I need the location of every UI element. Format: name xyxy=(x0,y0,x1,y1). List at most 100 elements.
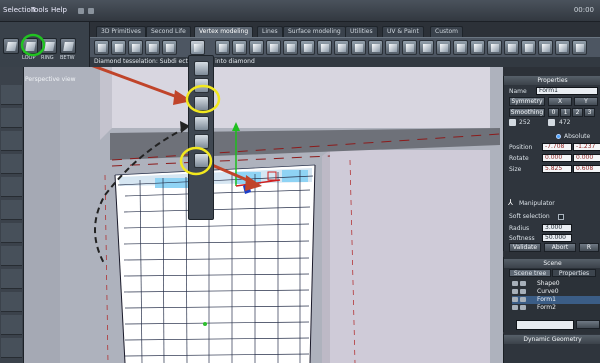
vertex-tool-23-button[interactable] xyxy=(487,40,502,55)
symmetry-button[interactable]: Symmetry xyxy=(509,97,545,106)
smoothing-1-button[interactable]: 1 xyxy=(560,108,571,117)
vertex-tool-13-button[interactable] xyxy=(317,40,332,55)
side-tool-button[interactable] xyxy=(1,131,22,151)
side-tool-button[interactable] xyxy=(1,246,22,266)
popup-diamond-button[interactable] xyxy=(194,96,209,111)
tab-custom[interactable]: Custom xyxy=(430,26,463,37)
vertex-tool-24-button[interactable] xyxy=(504,40,519,55)
side-tool-button[interactable] xyxy=(1,200,22,220)
vertex-tool-14-button[interactable] xyxy=(334,40,349,55)
side-tool-button[interactable] xyxy=(1,223,22,243)
tab-uv-paint[interactable]: UV & Paint xyxy=(382,26,424,37)
smoothing-2-button[interactable]: 2 xyxy=(572,108,583,117)
vertex-tool-15-button[interactable] xyxy=(351,40,366,55)
menu-help[interactable]: Help xyxy=(51,6,67,14)
popup-tool-2-button[interactable] xyxy=(194,78,209,93)
side-tool-button[interactable] xyxy=(1,338,22,358)
vertex-tool-12-button[interactable] xyxy=(300,40,315,55)
side-tool-button[interactable] xyxy=(1,177,22,197)
vertex-tool-27-button[interactable] xyxy=(555,40,570,55)
size-y-field[interactable]: 0.608 xyxy=(573,165,600,173)
vertex-tool-2-button[interactable] xyxy=(111,40,126,55)
side-tool-button[interactable] xyxy=(1,269,22,289)
validate-button[interactable]: Validate xyxy=(509,243,541,252)
absolute-radio[interactable] xyxy=(556,134,561,139)
soft-selection-checkbox[interactable] xyxy=(558,214,564,220)
vertex-tool-1-button[interactable] xyxy=(94,40,109,55)
vertex-tool-18-button[interactable] xyxy=(402,40,417,55)
scene-item[interactable]: Curve0 xyxy=(512,288,600,296)
abort-button[interactable]: Abort xyxy=(544,243,576,252)
tab-surface-modeling[interactable]: Surface modeling xyxy=(283,26,346,37)
symmetry-y-button[interactable]: Y xyxy=(574,97,598,106)
select-faces-button[interactable] xyxy=(3,38,19,54)
vertex-tool-16-button[interactable] xyxy=(368,40,383,55)
vertex-tool-21-button[interactable] xyxy=(453,40,468,55)
position-x-field[interactable]: -7.708 xyxy=(542,143,572,151)
tab-utilities[interactable]: Utilities xyxy=(345,26,378,37)
vertex-tool-20-button[interactable] xyxy=(436,40,451,55)
scene-item[interactable]: Form2 xyxy=(512,304,600,312)
tab-vertex-modeling[interactable]: Vertex modeling xyxy=(194,26,254,37)
vertex-tool-22-button[interactable] xyxy=(470,40,485,55)
scene-search-input[interactable] xyxy=(516,320,574,330)
smoothing-3-button[interactable]: 3 xyxy=(584,108,595,117)
lock-icon[interactable] xyxy=(520,297,526,302)
vertex-tool-8-button[interactable] xyxy=(232,40,247,55)
select-loop-button[interactable] xyxy=(22,38,38,54)
vertex-tool-19-button[interactable] xyxy=(419,40,434,55)
popup-tool-1-button[interactable] xyxy=(194,61,209,76)
manipulator-icon: ⅄ xyxy=(508,198,513,207)
softness-field[interactable]: 50.000 xyxy=(542,234,572,242)
vertex-tool-5-button[interactable] xyxy=(162,40,177,55)
position-y-field[interactable]: -1.237 xyxy=(573,143,600,151)
select-ring-button[interactable] xyxy=(41,38,57,54)
popup-tool-4-button[interactable] xyxy=(194,116,209,131)
vertex-tool-26-button[interactable] xyxy=(538,40,553,55)
visibility-icon[interactable] xyxy=(512,289,518,294)
tab-scene-tree[interactable]: Scene tree xyxy=(509,269,551,277)
menu-tools[interactable]: Tools xyxy=(31,6,48,14)
vertex-tool-25-button[interactable] xyxy=(521,40,536,55)
tab-lines[interactable]: Lines xyxy=(257,26,283,37)
side-tool-button[interactable] xyxy=(1,85,22,105)
side-tool-button[interactable] xyxy=(1,292,22,312)
visibility-icon[interactable] xyxy=(512,305,518,310)
select-between-button[interactable] xyxy=(60,38,76,54)
size-x-field[interactable]: 5.825 xyxy=(542,165,572,173)
side-tool-button[interactable] xyxy=(1,108,22,128)
perspective-viewport[interactable] xyxy=(0,67,503,363)
reset-button[interactable]: R xyxy=(579,243,599,252)
visibility-icon[interactable] xyxy=(512,297,518,302)
side-tool-button[interactable] xyxy=(1,315,22,335)
visibility-icon[interactable] xyxy=(512,281,518,286)
scene-item[interactable]: Shape0 xyxy=(512,280,600,288)
vertex-tool-28-button[interactable] xyxy=(572,40,587,55)
diamond-tessellation-button[interactable] xyxy=(190,40,205,55)
scene-action-button[interactable] xyxy=(576,320,600,329)
lock-icon[interactable] xyxy=(520,305,526,310)
side-tool-button[interactable] xyxy=(1,154,22,174)
symmetry-x-button[interactable]: X xyxy=(548,97,572,106)
vertex-tool-10-button[interactable] xyxy=(266,40,281,55)
smoothing-button[interactable]: Smoothing xyxy=(509,108,545,117)
rotate-x-field[interactable]: 0.000 xyxy=(542,154,572,162)
vertex-tool-9-button[interactable] xyxy=(249,40,264,55)
vertex-tool-4-button[interactable] xyxy=(145,40,160,55)
scene-item-selected[interactable]: Form1 xyxy=(512,296,600,304)
popup-tool-5-button[interactable] xyxy=(194,134,209,149)
name-field[interactable]: Form1 xyxy=(536,87,598,95)
lock-icon[interactable] xyxy=(520,289,526,294)
popup-tool-6-button[interactable] xyxy=(194,153,209,168)
tab-second-life[interactable]: Second Life xyxy=(146,26,191,37)
lock-icon[interactable] xyxy=(520,281,526,286)
radius-field[interactable]: 3.000 xyxy=(542,224,572,232)
vertex-tool-7-button[interactable] xyxy=(215,40,230,55)
smoothing-0-button[interactable]: 0 xyxy=(548,108,559,117)
vertex-tool-11-button[interactable] xyxy=(283,40,298,55)
rotate-y-field[interactable]: 0.000 xyxy=(573,154,600,162)
vertex-tool-17-button[interactable] xyxy=(385,40,400,55)
tab-scene-properties[interactable]: Properties xyxy=(552,269,596,277)
vertex-tool-3-button[interactable] xyxy=(128,40,143,55)
tab-3d-primitives[interactable]: 3D Primitives xyxy=(96,26,146,37)
